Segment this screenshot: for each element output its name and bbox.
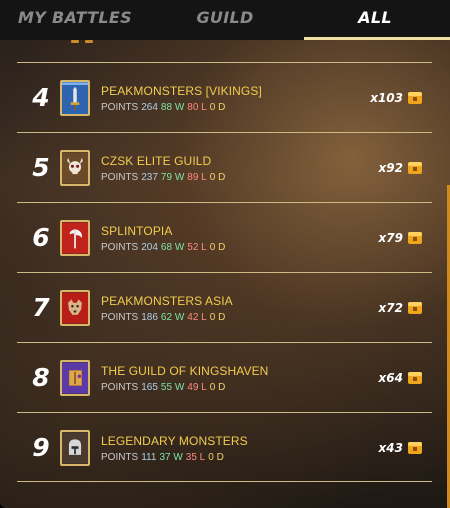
points-label: POINTS bbox=[101, 242, 139, 253]
axe-banner-icon bbox=[60, 220, 90, 256]
book-banner-icon bbox=[60, 360, 90, 396]
tab-bar: MY BATTLES GUILD ALL bbox=[0, 0, 450, 40]
reward-chest-icon bbox=[408, 162, 422, 174]
draws-value: 0 D bbox=[209, 102, 226, 113]
points-value: 204 bbox=[141, 242, 158, 253]
losses-value: 80 L bbox=[187, 102, 207, 113]
reward-chest-icon bbox=[408, 442, 422, 454]
wins-value: 88 W bbox=[160, 102, 185, 113]
points-value: 165 bbox=[141, 382, 158, 393]
leaderboard-row[interactable]: 7 PEAKMONSTERS ASIA POINTS 186 62 W 42 L0 D… bbox=[17, 272, 432, 342]
points-label: POINTS bbox=[101, 452, 139, 463]
rank-number: 7 bbox=[32, 293, 50, 322]
reward-multiplier: x72 bbox=[378, 301, 403, 315]
losses-value: 42 L bbox=[187, 312, 207, 323]
rank-number: 5 bbox=[32, 153, 50, 182]
guild-name[interactable]: PEAKMONSTERS ASIA bbox=[101, 294, 233, 308]
wins-value: 37 W bbox=[159, 452, 183, 463]
guild-stats: POINTS 237 79 W 89 L0 D bbox=[101, 172, 228, 183]
draws-value: 0 D bbox=[209, 382, 226, 393]
wins-value: 62 W bbox=[160, 312, 185, 323]
guild-stats: POINTS 204 68 W 52 L0 D bbox=[101, 242, 228, 253]
tab-all[interactable]: ALL bbox=[300, 0, 450, 40]
rank-number: 6 bbox=[32, 223, 50, 252]
skull-banner-icon bbox=[60, 150, 90, 186]
losses-value: 49 L bbox=[187, 382, 207, 393]
leaderboard-panel[interactable]: 4 PEAKMONSTERS [VIKINGS] POINTS 264 88 W 80… bbox=[0, 40, 450, 508]
points-label: POINTS bbox=[101, 382, 139, 393]
points-value: 264 bbox=[141, 102, 158, 113]
leaderboard-row[interactable]: 4 PEAKMONSTERS [VIKINGS] POINTS 264 88 W 80… bbox=[17, 62, 432, 132]
reward-chest-icon bbox=[408, 302, 422, 314]
wins-value: 68 W bbox=[160, 242, 185, 253]
guild-stats: POINTS 111 37 W 35 L0 D bbox=[101, 452, 227, 463]
reward-multiplier: x103 bbox=[370, 91, 403, 105]
helmet-banner-icon bbox=[60, 430, 90, 466]
guild-stats: POINTS 165 55 W 49 L0 D bbox=[101, 382, 228, 393]
guild-name[interactable]: THE GUILD OF KINGSHAVEN bbox=[101, 364, 268, 378]
reward-multiplier: x43 bbox=[378, 441, 403, 455]
guild-name[interactable]: LEGENDARY MONSTERS bbox=[101, 434, 248, 448]
leaderboard-row[interactable]: 9 LEGENDARY MONSTERS POINTS 111 37 W 35 L0 … bbox=[17, 412, 432, 482]
reward-amount: x103 bbox=[370, 88, 424, 108]
leaderboard-row[interactable]: 5 CZSK ELITE GUILD POINTS 237 79 W 89 L0 D … bbox=[17, 132, 432, 202]
points-value: 186 bbox=[141, 312, 158, 323]
draws-value: 0 D bbox=[209, 172, 226, 183]
points-value: 111 bbox=[141, 452, 157, 463]
reward-multiplier: x92 bbox=[378, 161, 403, 175]
rank-number: 4 bbox=[32, 83, 50, 112]
rank-number: 8 bbox=[32, 363, 50, 392]
guild-name[interactable]: PEAKMONSTERS [VIKINGS] bbox=[101, 84, 262, 98]
guild-stats: POINTS 264 88 W 80 L0 D bbox=[101, 102, 228, 113]
leaderboard-row[interactable]: 8 THE GUILD OF KINGSHAVEN POINTS 165 55 W4… bbox=[17, 342, 432, 412]
reward-chest-icon bbox=[408, 92, 422, 104]
draws-value: 0 D bbox=[208, 452, 224, 463]
losses-value: 89 L bbox=[187, 172, 207, 183]
leaderboard-row[interactable]: 6 SPLINTOPIA POINTS 204 68 W 52 L0 D x79 bbox=[17, 202, 432, 272]
wolf-banner-icon bbox=[60, 290, 90, 326]
sword-banner-icon bbox=[60, 80, 90, 116]
rank-number: 9 bbox=[32, 433, 50, 462]
tab-my-battles[interactable]: MY BATTLES bbox=[0, 0, 150, 40]
reward-chest-icon bbox=[408, 372, 422, 384]
tab-guild[interactable]: GUILD bbox=[150, 0, 300, 40]
draws-value: 0 D bbox=[209, 312, 226, 323]
guild-name[interactable]: CZSK ELITE GUILD bbox=[101, 154, 211, 168]
points-label: POINTS bbox=[101, 312, 139, 323]
reward-chest-icon bbox=[408, 232, 422, 244]
guild-stats: POINTS 186 62 W 42 L0 D bbox=[101, 312, 228, 323]
guild-name[interactable]: SPLINTOPIA bbox=[101, 224, 172, 238]
draws-value: 0 D bbox=[209, 242, 226, 253]
reward-amount: x43 bbox=[379, 438, 424, 458]
reward-multiplier: x79 bbox=[378, 231, 403, 245]
scrolled-row-edge bbox=[62, 40, 102, 44]
wins-value: 79 W bbox=[160, 172, 185, 183]
reward-amount: x92 bbox=[379, 158, 424, 178]
points-label: POINTS bbox=[101, 102, 139, 113]
losses-value: 52 L bbox=[187, 242, 207, 253]
wins-value: 55 W bbox=[160, 382, 185, 393]
reward-amount: x64 bbox=[379, 368, 424, 388]
points-value: 237 bbox=[141, 172, 158, 183]
losses-value: 35 L bbox=[185, 452, 206, 463]
reward-amount: x72 bbox=[379, 298, 424, 318]
points-label: POINTS bbox=[101, 172, 139, 183]
reward-multiplier: x64 bbox=[378, 371, 403, 385]
reward-amount: x79 bbox=[379, 228, 424, 248]
